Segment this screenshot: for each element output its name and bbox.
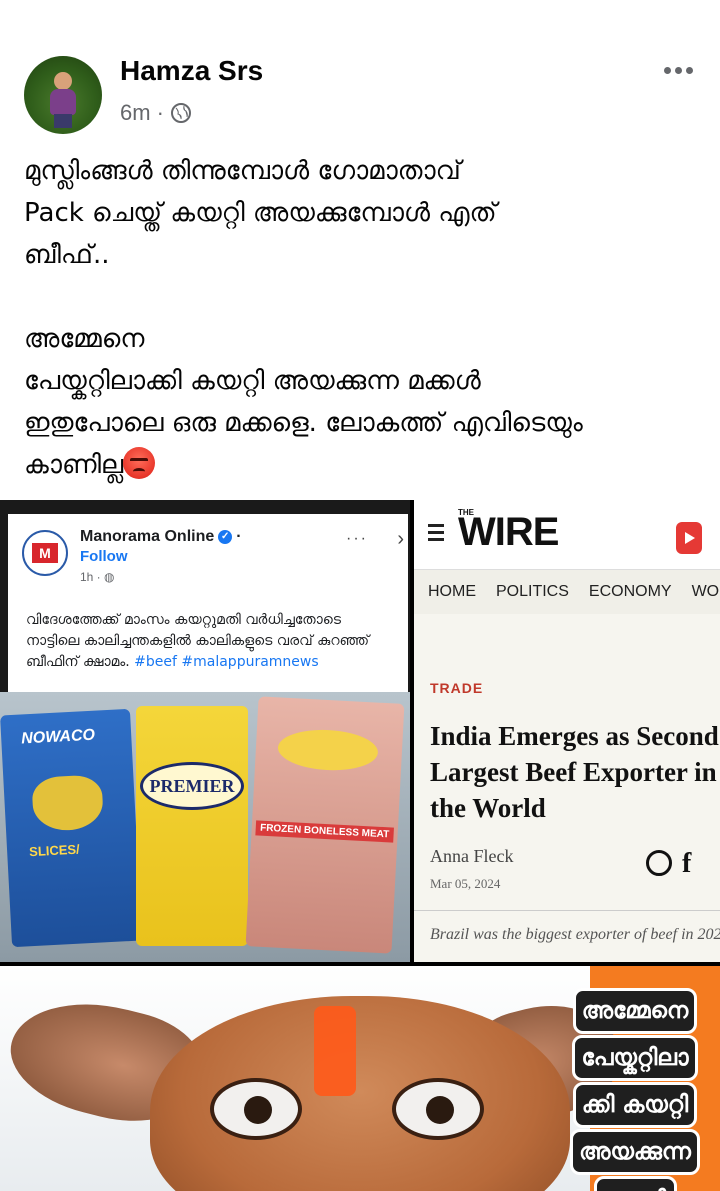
- manorama-page-name-text: Manorama Online: [80, 528, 215, 545]
- post-time[interactable]: 6m: [120, 100, 151, 126]
- manorama-screenshot: M Manorama Online ✓ · Follow 1h · ◍ ··· …: [0, 500, 410, 962]
- pink-packet-label: FROZEN BONELESS MEAT: [255, 820, 394, 843]
- wire-nav: HOME POLITICS ECONOMY WORLD: [414, 570, 720, 614]
- the-wire-screenshot: THE WIRE HOME POLITICS ECONOMY WORLD TRA…: [414, 500, 720, 962]
- name-separator-icon: ·: [236, 528, 242, 545]
- globe-icon: ◍: [104, 570, 115, 584]
- wire-date: Mar 05, 2024: [430, 876, 501, 891]
- manorama-logo-icon: M: [22, 530, 68, 576]
- meme-caption-line: അമ്മേനെ: [572, 988, 698, 1034]
- angry-face-emoji-icon: [123, 447, 156, 479]
- meme-caption-line: പേയ്കറ്റിലാ: [572, 1035, 698, 1081]
- avatar[interactable]: [24, 56, 102, 134]
- dot-icon: [663, 66, 671, 74]
- post-text: മുസ്ലിംങ്ങൾ തിന്നുമ്പോൾ ഗോമാതാവ് Pack ചെ…: [24, 150, 700, 486]
- globe-icon: [170, 103, 191, 123]
- manorama-post-text: വിദേശത്തേക്ക് മാംസം കയറ്റുമതി വർധിച്ചതോട…: [26, 610, 398, 673]
- avatar-figure-legs: [54, 114, 72, 128]
- meme-caption-line: മക്കൾ: [593, 1176, 677, 1191]
- manorama-time-text: 1h ·: [80, 570, 101, 584]
- pink-packet-badge-icon: [276, 727, 379, 773]
- post-text-line: ബീഫ്..: [24, 240, 110, 270]
- wire-nav-home: HOME: [428, 583, 476, 600]
- manorama-more-icon: ···: [346, 530, 368, 547]
- bull-logo-icon: [31, 774, 105, 832]
- post-meta: 6m ·: [120, 100, 192, 126]
- whatsapp-icon: [646, 850, 672, 876]
- wire-article: TRADE India Emerges as Second Largest Be…: [414, 614, 720, 962]
- youtube-icon: [676, 522, 702, 554]
- dot-icon: [685, 66, 693, 74]
- wire-logo: THE WIRE: [458, 508, 559, 555]
- hamburger-menu-icon: [428, 524, 444, 542]
- author-name[interactable]: Hamza Srs: [120, 55, 263, 87]
- cow-meme: അമ്മേനെ പേയ്കറ്റിലാ ക്കി കയറ്റി അയക്കുന്…: [0, 966, 720, 1191]
- blue-packet-label: SLICES/: [28, 841, 81, 860]
- meme-caption-line: ക്കി കയറ്റി: [572, 1082, 698, 1128]
- blue-meat-packet: NOWACO SLICES/: [0, 708, 142, 948]
- post-text-blank-line: [24, 276, 700, 318]
- yellow-meat-packet: PREMIER: [136, 706, 248, 946]
- dot-icon: [674, 66, 682, 74]
- cow-left-eye: [210, 1078, 302, 1140]
- wire-nav-politics: POLITICS: [496, 583, 569, 600]
- facebook-icon: f: [682, 848, 692, 879]
- post-text-line: Pack ചെയ്ത് കയറ്റി അയക്കുമ്പോൾ എത്: [24, 198, 497, 228]
- wire-header: THE WIRE: [414, 500, 720, 570]
- manorama-time: 1h · ◍: [80, 570, 115, 584]
- manorama-post-card: M Manorama Online ✓ · Follow 1h · ◍ ··· …: [8, 514, 408, 692]
- wire-nav-economy: ECONOMY: [588, 583, 672, 600]
- yellow-packet-brand: PREMIER: [140, 762, 244, 810]
- wire-logo-the: THE: [458, 508, 474, 517]
- post-text-last-line: കാണില്ല: [24, 444, 700, 486]
- post-text-line: ഇതുപോലെ ഒരു മക്കളെ. ലോകത്ത് എവിടെയും: [24, 408, 583, 438]
- pink-meat-packet: FROZEN BONELESS MEAT: [245, 696, 405, 954]
- tilak-mark: [314, 1006, 356, 1096]
- wire-teaser: Brazil was the biggest exporter of beef …: [430, 926, 720, 943]
- post-header: Hamza Srs 6m ·: [0, 0, 720, 140]
- avatar-figure-head: [54, 72, 72, 90]
- post-image[interactable]: M Manorama Online ✓ · Follow 1h · ◍ ··· …: [0, 500, 720, 1191]
- verified-badge-icon: ✓: [218, 530, 233, 544]
- meme-caption-line: അയക്കുന്ന: [570, 1129, 700, 1175]
- wire-divider: [414, 910, 720, 911]
- meat-packets-photo: NOWACO SLICES/ PREMIER FROZEN BONELESS M…: [0, 692, 410, 962]
- wire-nav-world: WORLD: [691, 583, 720, 600]
- manorama-hashtags: #beef #malappuramnews: [134, 654, 319, 670]
- manorama-logo-letter: M: [32, 543, 58, 563]
- blue-packet-brand: NOWACO: [20, 726, 96, 748]
- post-text-line: മുസ്ലിംങ്ങൾ തിന്നുമ്പോൾ ഗോമാതാവ്: [24, 156, 461, 186]
- post-text-line: കാണില്ല: [24, 450, 124, 480]
- cow-right-eye: [392, 1078, 484, 1140]
- manorama-follow-link: Follow: [80, 548, 128, 565]
- wire-author: Anna Fleck: [430, 846, 514, 866]
- manorama-page-name: Manorama Online ✓ ·: [80, 528, 242, 546]
- more-options-button[interactable]: [660, 58, 696, 82]
- wire-category: TRADE: [430, 680, 484, 696]
- post-text-line: അമ്മേനെ: [24, 324, 145, 354]
- chevron-right-icon: ›: [397, 528, 404, 550]
- wire-headline: India Emerges as Second Largest Beef Exp…: [430, 721, 719, 823]
- meta-separator: ·: [156, 100, 164, 125]
- avatar-figure-body: [50, 89, 76, 115]
- meme-caption: അമ്മേനെ പേയ്കറ്റിലാ ക്കി കയറ്റി അയക്കുന്…: [560, 988, 710, 1191]
- post-text-line: പേയ്കറ്റിലാക്കി കയറ്റി അയക്കുന്ന മക്കൾ: [24, 366, 481, 396]
